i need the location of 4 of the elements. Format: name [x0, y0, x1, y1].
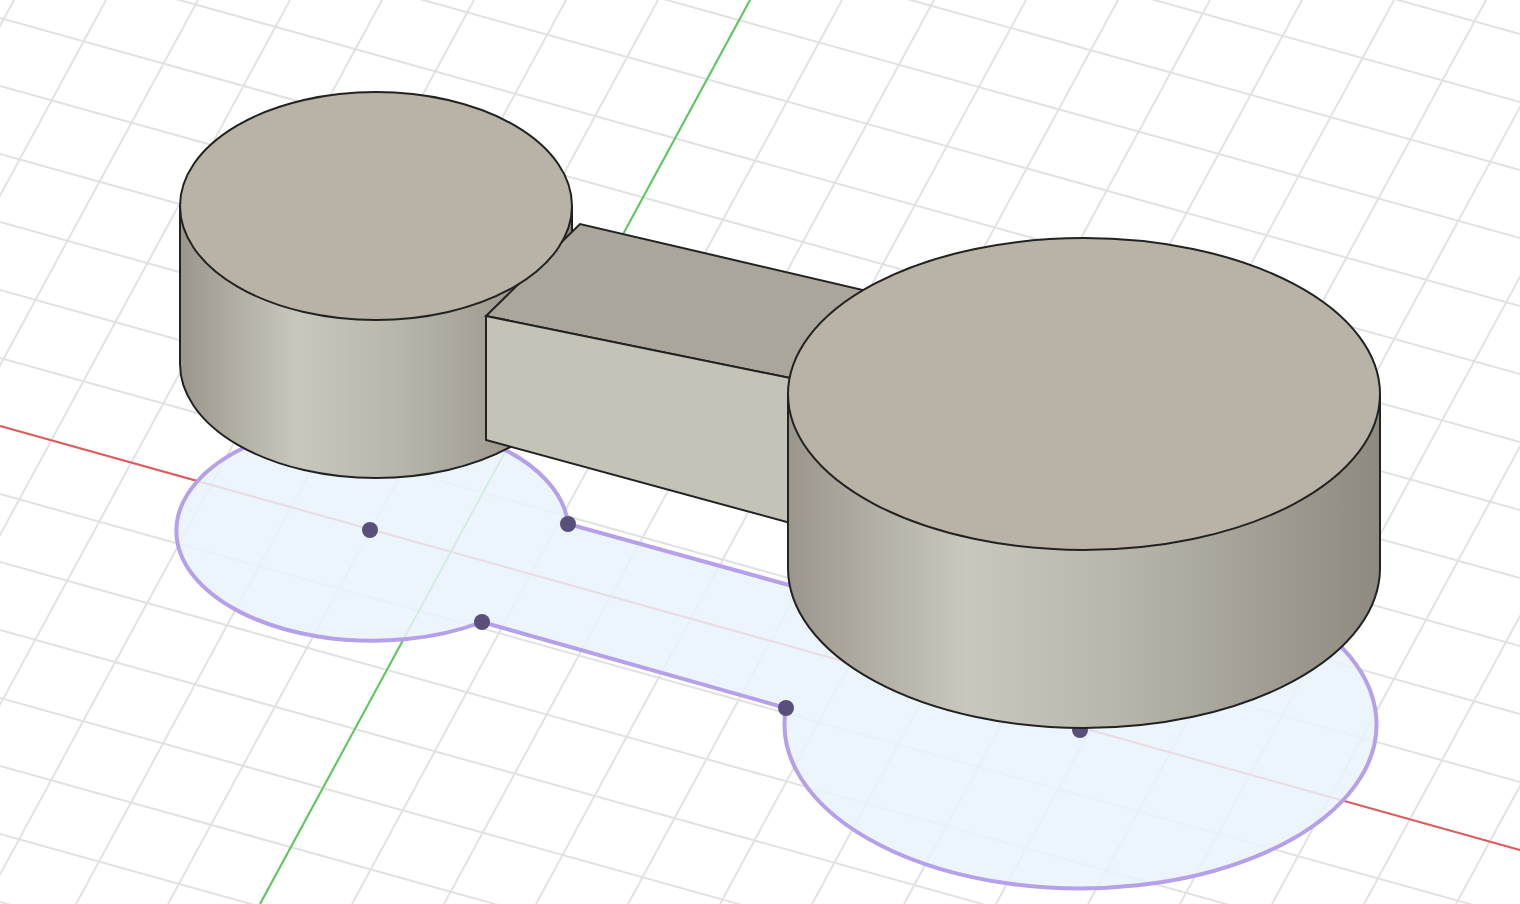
sketch-point[interactable]: [474, 614, 490, 630]
sketch-point[interactable]: [362, 522, 378, 538]
sketch-point[interactable]: [560, 516, 576, 532]
sketch-point[interactable]: [778, 700, 794, 716]
